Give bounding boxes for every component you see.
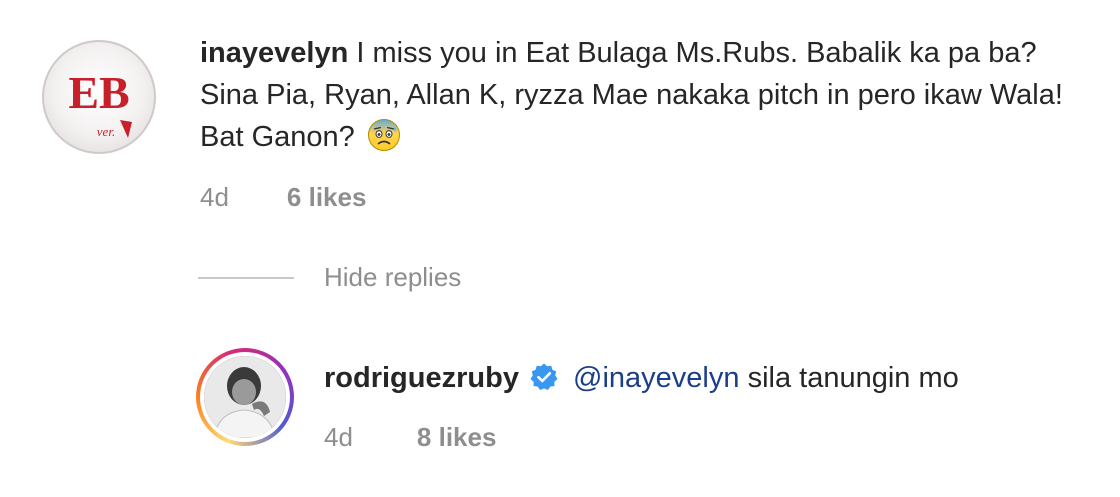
anxious-face-emoji-icon <box>367 118 401 152</box>
comment-likes[interactable]: 6 likes <box>287 182 367 213</box>
comment-time: 4d <box>200 182 229 212</box>
profile-photo <box>204 356 286 438</box>
avatar[interactable]: EB ver. <box>42 40 156 154</box>
comment-meta: 4d 6 likes <box>200 182 1080 213</box>
svg-text:EB: EB <box>68 67 129 118</box>
reply-username[interactable]: rodriguezruby <box>324 362 519 394</box>
hide-replies-button[interactable]: Hide replies <box>198 262 461 293</box>
reply-text: rodriguezruby @inayevelyn sila tanungin … <box>324 358 1084 398</box>
divider-line <box>198 276 294 279</box>
person-photo-icon <box>204 356 286 438</box>
hide-replies-label: Hide replies <box>324 262 462 292</box>
reply-likes[interactable]: 8 likes <box>417 422 497 453</box>
comment-username[interactable]: inayevelyn <box>200 37 348 69</box>
comment-text: inayevelyn I miss you in Eat Bulaga Ms.R… <box>200 32 1080 158</box>
comment-body: inayevelyn I miss you in Eat Bulaga Ms.R… <box>200 32 1080 213</box>
svg-text:ver.: ver. <box>97 124 115 139</box>
reply-mention-link[interactable]: @inayevelyn <box>573 362 739 394</box>
reply-meta: 4d 8 likes <box>324 422 1084 453</box>
verified-badge-icon <box>529 362 559 392</box>
eb-logo-icon: EB ver. <box>68 67 132 139</box>
reply-body: rodriguezruby @inayevelyn sila tanungin … <box>324 358 1084 453</box>
reply-message: sila tanungin mo <box>747 362 959 394</box>
reply-time: 4d <box>324 422 353 452</box>
reply-avatar[interactable] <box>196 348 294 446</box>
